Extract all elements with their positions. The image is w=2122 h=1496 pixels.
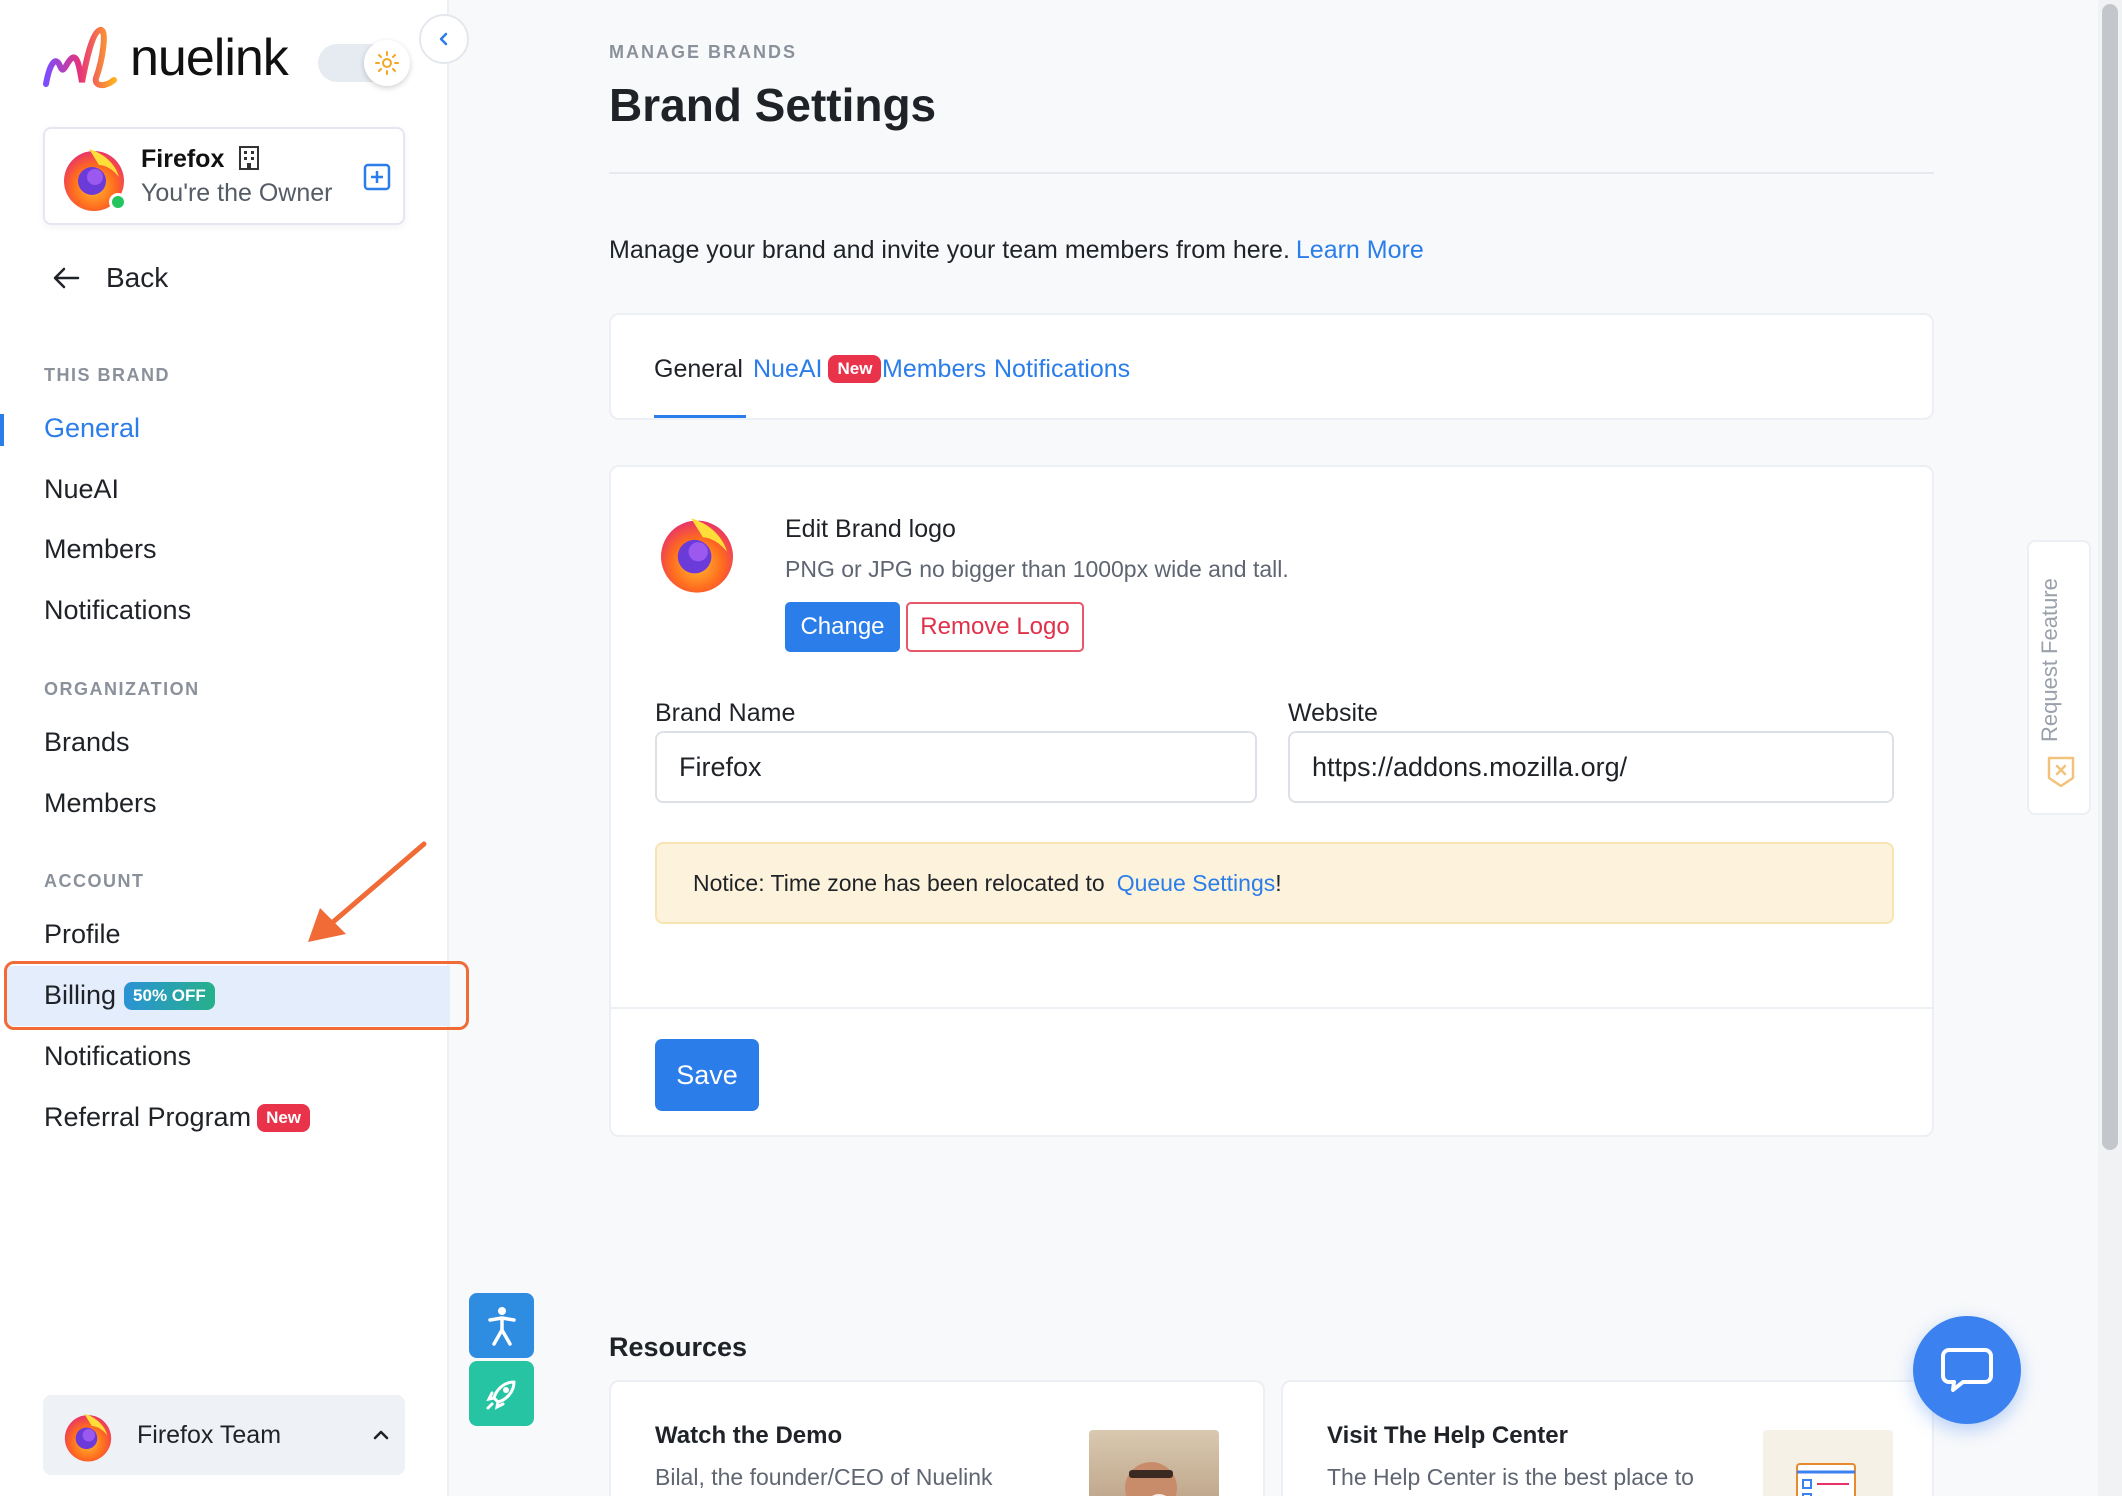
chevron-up-icon: [373, 1430, 389, 1440]
sidebar-item-profile[interactable]: Profile: [44, 919, 121, 950]
annotation-arrow: [308, 841, 427, 942]
chevron-left-icon: [439, 32, 448, 46]
resource-desc: Bilal, the founder/CEO of Nuelink: [655, 1464, 993, 1490]
arrow-left-icon: [53, 267, 80, 289]
section-organization: ORGANIZATION: [44, 679, 200, 699]
brand-name-input[interactable]: [655, 731, 1257, 803]
sidebar-item-general[interactable]: General: [44, 413, 140, 444]
remove-logo-button[interactable]: Remove Logo: [906, 602, 1084, 652]
brand-logo-preview: [661, 518, 733, 593]
title-divider: [609, 172, 1934, 174]
sun-icon: [364, 40, 410, 86]
intro-text: Manage your brand and invite your team m…: [609, 236, 1424, 265]
resource-title: Visit The Help Center: [1327, 1422, 1568, 1449]
help-center-thumbnail: [1763, 1430, 1893, 1496]
resource-card-demo[interactable]: Watch the Demo Bilal, the founder/CEO of…: [609, 1380, 1265, 1496]
brand-role: You're the Owner: [141, 179, 333, 207]
brand-name: Firefox: [141, 145, 225, 173]
notice-suffix: !: [1275, 870, 1282, 896]
app-logo[interactable]: nuelink: [42, 22, 289, 94]
collapse-sidebar-button[interactable]: [419, 14, 469, 64]
demo-video-thumbnail: [1089, 1430, 1219, 1496]
general-settings-card: Edit Brand logo PNG or JPG no bigger tha…: [609, 465, 1934, 1137]
form-divider: [611, 1007, 1932, 1009]
page-title: Brand Settings: [609, 79, 937, 131]
resources-title: Resources: [609, 1332, 748, 1362]
tab-nueai-label: NueAI: [753, 355, 823, 383]
sidebar-item-members[interactable]: Members: [44, 534, 157, 565]
settings-tabs: General NueAI New Members Notifications: [609, 313, 1934, 420]
active-tab-underline: [654, 415, 746, 418]
section-this-brand: THIS BRAND: [44, 365, 170, 385]
support-chat-button[interactable]: [1913, 1316, 2021, 1424]
brand-name-label: Brand Name: [655, 699, 796, 727]
logo-text: nuelink: [130, 29, 289, 87]
main-content: MANAGE BRANDS Brand Settings Manage your…: [451, 0, 2101, 1496]
resource-title: Watch the Demo: [655, 1422, 843, 1449]
resource-desc: The Help Center is the best place to: [1327, 1464, 1694, 1490]
queue-settings-link[interactable]: Queue Settings: [1117, 870, 1276, 896]
back-link[interactable]: Back: [52, 262, 168, 294]
intro-description: Manage your brand and invite your team m…: [609, 236, 1290, 264]
chat-bubble-icon: [1941, 1348, 1993, 1392]
sidebar-item-org-members[interactable]: Members: [44, 788, 157, 819]
save-button[interactable]: Save: [655, 1039, 759, 1111]
edit-logo-hint: PNG or JPG no bigger than 1000px wide an…: [785, 556, 1289, 582]
active-indicator: [0, 414, 4, 446]
sidebar-item-referral[interactable]: Referral Program New: [44, 1102, 311, 1133]
sidebar-item-billing[interactable]: Billing 50% OFF: [44, 980, 215, 1011]
resource-card-help[interactable]: Visit The Help Center The Help Center is…: [1281, 1380, 1934, 1496]
tab-general[interactable]: General: [654, 355, 743, 384]
brand-switcher-card[interactable]: Firefox You're the Owner: [43, 127, 405, 225]
sidebar-item-nueai[interactable]: NueAI: [44, 474, 119, 505]
new-badge: New: [257, 1104, 311, 1132]
sidebar-item-notifications[interactable]: Notifications: [44, 595, 191, 626]
referral-label: Referral Program: [44, 1102, 252, 1132]
change-logo-button[interactable]: Change: [785, 602, 900, 652]
notice-text: Notice: Time zone has been relocated to: [693, 870, 1105, 896]
request-feature-label: Request Feature: [2037, 578, 2062, 742]
add-square-icon[interactable]: [363, 163, 391, 191]
lightbulb-icon: [2047, 756, 2075, 788]
help-center-icon: [1796, 1463, 1856, 1496]
tab-members[interactable]: Members: [882, 355, 986, 384]
sidebar: nuelink Firefox You're the Owner Back TH…: [0, 0, 469, 1496]
back-label: Back: [106, 262, 169, 293]
tab-nueai[interactable]: NueAI New: [753, 355, 882, 384]
timezone-notice: Notice: Time zone has been relocated to Q…: [655, 842, 1894, 924]
section-account: ACCOUNT: [44, 871, 145, 891]
sidebar-item-brands[interactable]: Brands: [44, 727, 130, 758]
team-name: Firefox Team: [137, 1421, 282, 1449]
website-label: Website: [1288, 699, 1378, 727]
page-scrollbar-thumb[interactable]: [2102, 4, 2118, 1150]
online-status-dot: [109, 193, 127, 211]
team-switcher[interactable]: Firefox Team: [43, 1395, 405, 1475]
new-badge: New: [828, 355, 882, 383]
learn-more-link[interactable]: Learn More: [1296, 236, 1424, 264]
discount-badge: 50% OFF: [124, 982, 215, 1010]
request-feature-tab[interactable]: Request Feature: [2027, 540, 2091, 815]
breadcrumb: MANAGE BRANDS: [609, 42, 797, 62]
tab-notifications[interactable]: Notifications: [994, 355, 1130, 384]
firefox-team-avatar: [64, 1413, 112, 1462]
nuelink-logo-mark: [43, 27, 117, 88]
edit-logo-title: Edit Brand logo: [785, 515, 956, 543]
building-icon: [239, 146, 259, 170]
website-input[interactable]: [1288, 731, 1894, 803]
billing-label: Billing: [44, 980, 117, 1010]
sidebar-item-account-notifications[interactable]: Notifications: [44, 1041, 191, 1072]
founder-photo: [1125, 1462, 1177, 1496]
theme-toggle[interactable]: [318, 40, 410, 86]
